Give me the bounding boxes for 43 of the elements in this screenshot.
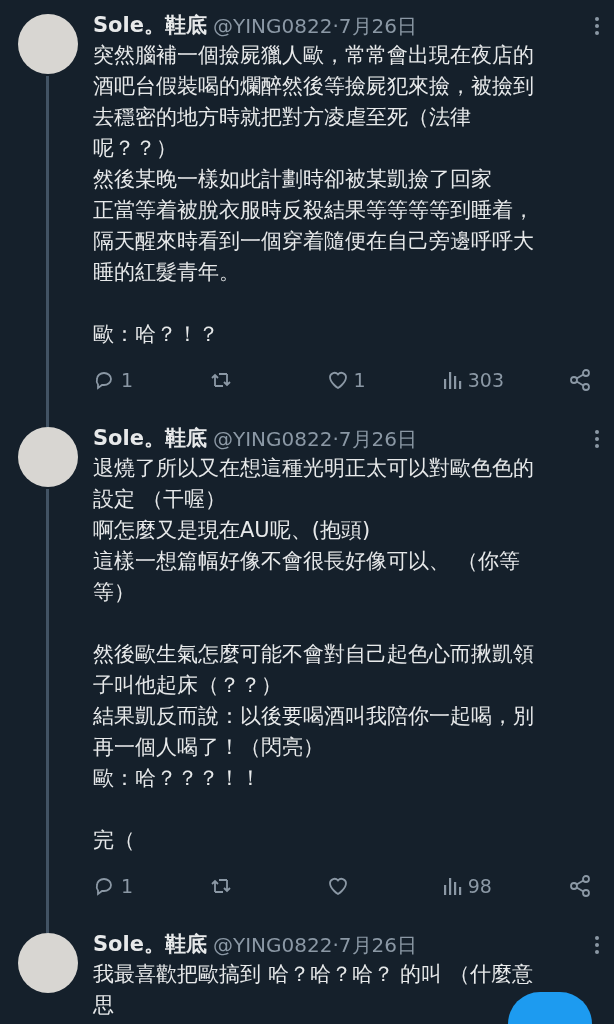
post-text-line: 歐：哈？！？ — [93, 321, 219, 348]
reply-count: 1 — [121, 873, 134, 899]
post-text-line: 然後歐生氣怎麼可能不會對自己起色心而揪凱領 — [93, 641, 534, 668]
more-icon[interactable] — [594, 16, 600, 36]
more-icon[interactable] — [594, 429, 600, 449]
post-text-line: 突然腦補一個撿屍獵人歐，常常會出現在夜店的 — [93, 42, 534, 69]
post-text-line: 再一個人喝了！（閃亮） — [93, 734, 324, 761]
views-icon — [441, 875, 464, 897]
post-text-line: 我最喜歡把歐搞到 哈？哈？哈？ 的叫 （什麼意 — [93, 961, 534, 988]
post-text-line: 去穩密的地方時就把對方凌虐至死（法律 — [93, 104, 471, 131]
views-count: 303 — [467, 367, 504, 393]
user-handle[interactable]: @YING0822 — [213, 11, 333, 41]
share-icon — [568, 874, 592, 898]
post-text-line: 結果凱反而說：以後要喝酒叫我陪你一起喝，別 — [93, 703, 534, 730]
like-count: 1 — [353, 367, 366, 393]
post-date[interactable]: ·7月26日 — [332, 424, 417, 454]
post-date[interactable]: ·7月26日 — [332, 930, 417, 960]
post-text-line: 完（ — [93, 827, 135, 854]
user-name[interactable]: Sole。鞋底 — [93, 423, 207, 455]
more-icon[interactable] — [594, 935, 600, 955]
views-icon — [441, 369, 464, 391]
user-name[interactable]: Sole。鞋底 — [93, 10, 207, 42]
user-handle[interactable]: @YING0822 — [213, 424, 333, 454]
post-text-line: 思 — [93, 992, 114, 1019]
post-text-line: 呢？？） — [93, 135, 177, 162]
post-text-line: 然後某晚一樣如此計劃時卻被某凱撿了回家 — [93, 166, 492, 193]
share-icon — [568, 368, 592, 392]
user-handle[interactable]: @YING0822 — [213, 930, 333, 960]
post-text-line: 睡的紅髮青年。 — [93, 259, 240, 286]
views-count: 98 — [467, 873, 492, 899]
post-text-line: 隔天醒來時看到一個穿着隨便在自己旁邊呼呼大 — [93, 228, 534, 255]
post-text-line: 子叫他起床（？？） — [93, 672, 282, 699]
post-text-line: 退燒了所以又在想這種光明正太可以對歐色色的 — [93, 455, 534, 482]
reply-count: 1 — [121, 367, 134, 393]
post-text-line: 啊怎麼又是現在AU呢、(抱頭) — [93, 517, 371, 544]
post-text-line: 歐：哈？？？！！ — [93, 765, 261, 792]
post-text-line: 這樣一想篇幅好像不會很長好像可以、 （你等 — [93, 548, 520, 575]
post-text-line: 酒吧台假裝喝的爛醉然後等撿屍犯來撿，被撿到 — [93, 73, 534, 100]
post-text-line: 正當等着被脫衣服時反殺結果等等等等到睡着， — [93, 197, 534, 224]
post-date[interactable]: ·7月26日 — [332, 11, 417, 41]
user-name[interactable]: Sole。鞋底 — [93, 929, 207, 961]
post-text-line: 設定 （干喔） — [93, 486, 226, 513]
post-text-line: 等） — [93, 579, 135, 606]
